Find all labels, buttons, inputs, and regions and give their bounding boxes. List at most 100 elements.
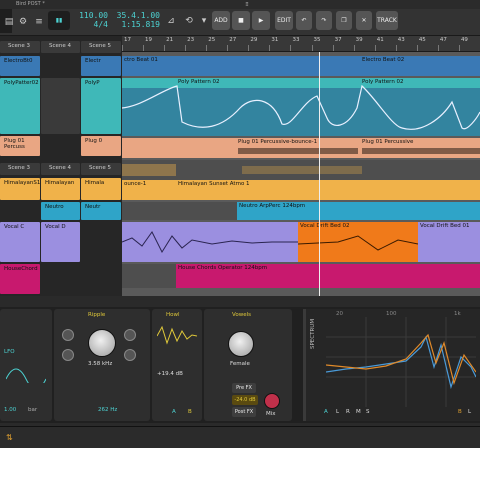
track-button[interactable]: TRACK [376, 11, 398, 30]
launcher-clip[interactable]: Neutro [41, 202, 80, 220]
redo-arrow-icon: ↷ [321, 17, 327, 24]
arranger-clip[interactable]: House Chords Operator 124bpm [176, 264, 480, 288]
ripple-knob[interactable] [62, 349, 74, 361]
meter-icon[interactable]: ⇅ [6, 433, 13, 442]
ripple-freq-knob[interactable] [88, 329, 116, 357]
launcher-clip[interactable]: Vocal D [41, 222, 80, 262]
channel-l-right[interactable]: L [468, 409, 471, 415]
scene-3-button[interactable]: Scene 3 [0, 163, 40, 175]
scene-5-button[interactable]: Scene 5 [81, 163, 121, 175]
close-icon: ✕ [361, 17, 367, 24]
loop-toggle-button[interactable]: ▮▮ [48, 11, 70, 30]
ripple-title[interactable]: Ripple [88, 312, 105, 318]
channel-b[interactable]: B [458, 409, 462, 415]
launcher-clip[interactable]: ElectroBt0 [0, 56, 40, 76]
scene-4-button[interactable]: Scene 4 [41, 41, 80, 53]
scene-3-button[interactable]: Scene 3 [0, 41, 40, 53]
launcher-clip[interactable]: Plug 0 [81, 136, 121, 156]
launcher-clip[interactable]: PolyPatter02 [0, 78, 40, 134]
device-ripple: Ripple 3.58 kHz 262 Hz [54, 309, 150, 421]
launcher-clip[interactable]: Plug 01 Percuss [0, 136, 40, 156]
arranger-clip[interactable]: Plug 01 Percussive-bounce-1 Plug 01 Perc… [122, 138, 480, 158]
lfo-shape [6, 368, 46, 383]
howl-waveform-icon [157, 325, 197, 345]
ripple-freq[interactable]: 3.58 kHz [88, 361, 112, 367]
launcher-clip[interactable]: Himalayan [41, 178, 80, 200]
position-time: 1:15.819 [121, 20, 160, 29]
undo-icon[interactable]: ≡ [30, 12, 48, 31]
channel-a[interactable]: A [324, 409, 328, 415]
device-howl: Howl +19.4 dB A B [152, 309, 202, 421]
post-fx-button[interactable]: Post FX [232, 407, 256, 417]
launcher-clip[interactable]: Electr [81, 56, 121, 76]
tempo-value[interactable]: 110.00 [76, 11, 108, 20]
arranger-clip[interactable]: ounce-1 Himalayan Sunset Atmo 1 [122, 180, 480, 200]
launcher-clip[interactable]: Vocal C [0, 222, 40, 262]
lfo-rate[interactable]: 1.00 [4, 407, 16, 413]
launcher-clip[interactable]: HimalayanS1 [0, 178, 40, 200]
punch-icon[interactable]: ▾ [195, 11, 213, 30]
position-display[interactable]: 35.4.1.00 1:15.819 [114, 11, 160, 30]
ruler-tick [458, 45, 460, 51]
ruler-tick [164, 45, 166, 51]
playhead[interactable] [319, 52, 320, 296]
launcher-clip[interactable]: HouseChord [0, 264, 40, 294]
add-button[interactable]: ADD [212, 11, 230, 30]
channel-r[interactable]: R [346, 409, 350, 415]
clip-label: Neutro ArpPerc 124bpm [239, 203, 306, 209]
howl-gain[interactable]: +19.4 dB [157, 371, 183, 377]
arranger-clip[interactable]: Vocal Drift Bed 01 [418, 222, 480, 262]
howl-title[interactable]: Howl [166, 312, 180, 318]
launcher-clip[interactable]: Himala [81, 178, 121, 200]
time-signature[interactable]: 4/4 [76, 20, 108, 29]
ruler-tick [290, 45, 292, 51]
ripple-knob[interactable] [124, 329, 136, 341]
play-icon: ▶ [258, 17, 264, 24]
launcher-clip[interactable]: Neutr [81, 202, 121, 220]
mix-knob[interactable] [264, 393, 280, 409]
ruler-bar-number: 25 [208, 37, 216, 43]
arranger-clip[interactable]: Neutro ArpPerc 124bpm [237, 202, 480, 220]
ripple-knob[interactable] [62, 329, 74, 341]
vowels-title[interactable]: Vowels [232, 312, 251, 318]
scene-4-button[interactable]: Scene 4 [41, 163, 80, 175]
arranger-clip[interactable]: Vocal Drift Bed 02 [298, 222, 418, 262]
ruler-tick [122, 45, 123, 51]
arranger-clip[interactable] [122, 160, 480, 180]
play-button[interactable]: ▶ [252, 11, 270, 30]
metronome-icon[interactable]: ⊿ [162, 11, 180, 30]
stop-button[interactable]: ■ [232, 11, 250, 30]
launcher-clip[interactable]: PolyP [81, 78, 121, 134]
arranger-clip[interactable]: ctro Beat 01 Electro Beat 02 [122, 56, 480, 76]
scene-5-button[interactable]: Scene 5 [81, 41, 121, 53]
clip-label: Electro Beat 02 [362, 57, 405, 63]
freq2-value[interactable]: 262 Hz [98, 407, 117, 413]
tempo-display[interactable]: 110.00 4/4 [76, 11, 108, 30]
ripple-knob[interactable] [124, 349, 136, 361]
ab-b-label[interactable]: B [188, 409, 192, 415]
vowels-knob[interactable] [228, 331, 254, 357]
redo-button[interactable]: ↷ [316, 11, 332, 30]
channel-m[interactable]: M [356, 409, 361, 415]
vowels-voice[interactable]: Female [230, 361, 250, 367]
ruler-bar-number: 43 [397, 37, 405, 43]
undo-button[interactable]: ↶ [296, 11, 312, 30]
fx-level[interactable]: -24.0 dB [232, 395, 258, 405]
arranger-clip[interactable] [122, 222, 298, 262]
channel-s[interactable]: S [366, 409, 370, 415]
copy-button[interactable]: ❐ [336, 11, 352, 30]
ruler-bar-number: 35 [313, 37, 321, 43]
delete-button[interactable]: ✕ [356, 11, 372, 30]
pre-fx-button[interactable]: Pre FX [232, 383, 256, 393]
arranger-timeline[interactable]: ctro Beat 01 Electro Beat 02 Poly Patter… [122, 52, 480, 296]
ab-a-label[interactable]: A [172, 409, 176, 415]
grid-dots-icon: ⠿ [245, 1, 249, 8]
waveform [122, 231, 298, 254]
edit-button[interactable]: EDIT [275, 11, 293, 30]
launcher-slot[interactable] [41, 78, 80, 134]
clip-label: Vocal Drift Bed 01 [420, 223, 470, 229]
channel-l[interactable]: L [336, 409, 339, 415]
timeline-ruler[interactable]: 17 19 21 23 25 27 29 31 33 35 37 39 41 43 45 47 49 [122, 36, 480, 52]
automation-curve[interactable] [122, 78, 480, 136]
arranger-clip[interactable]: Poly Pattern 02 Poly Pattern 02 [122, 78, 480, 136]
